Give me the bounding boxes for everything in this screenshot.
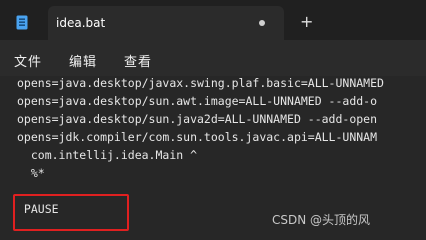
title-bar: idea.bat + — [0, 0, 426, 40]
editor-line: opens=java.desktop/sun.java2d=ALL-UNNAME… — [17, 112, 378, 126]
menu-bar: 文件 编辑 查看 — [0, 40, 426, 76]
unsaved-dot-icon[interactable] — [259, 20, 265, 26]
menu-view[interactable]: 查看 — [124, 51, 152, 70]
editor-line: com.intellij.idea.Main ^ — [17, 148, 198, 162]
tab-idea-bat[interactable]: idea.bat — [48, 6, 284, 40]
highlight-annotation-box — [13, 194, 129, 231]
editor-line: %* — [17, 166, 45, 180]
text-editor[interactable]: opens=java.desktop/javax.swing.plaf.basi… — [0, 76, 426, 240]
menu-file[interactable]: 文件 — [14, 51, 42, 70]
editor-line: opens=java.desktop/sun.awt.image=ALL-UNN… — [17, 94, 378, 108]
new-tab-button[interactable]: + — [300, 14, 313, 30]
menu-edit[interactable]: 编辑 — [69, 51, 97, 70]
watermark: CSDN @头顶的风 — [272, 213, 371, 227]
editor-line: opens=java.desktop/javax.swing.plaf.basi… — [17, 76, 384, 90]
tab-title: idea.bat — [56, 16, 106, 30]
notepad-file-icon — [16, 15, 28, 34]
editor-line: opens=jdk.compiler/com.sun.tools.javac.a… — [17, 130, 378, 144]
